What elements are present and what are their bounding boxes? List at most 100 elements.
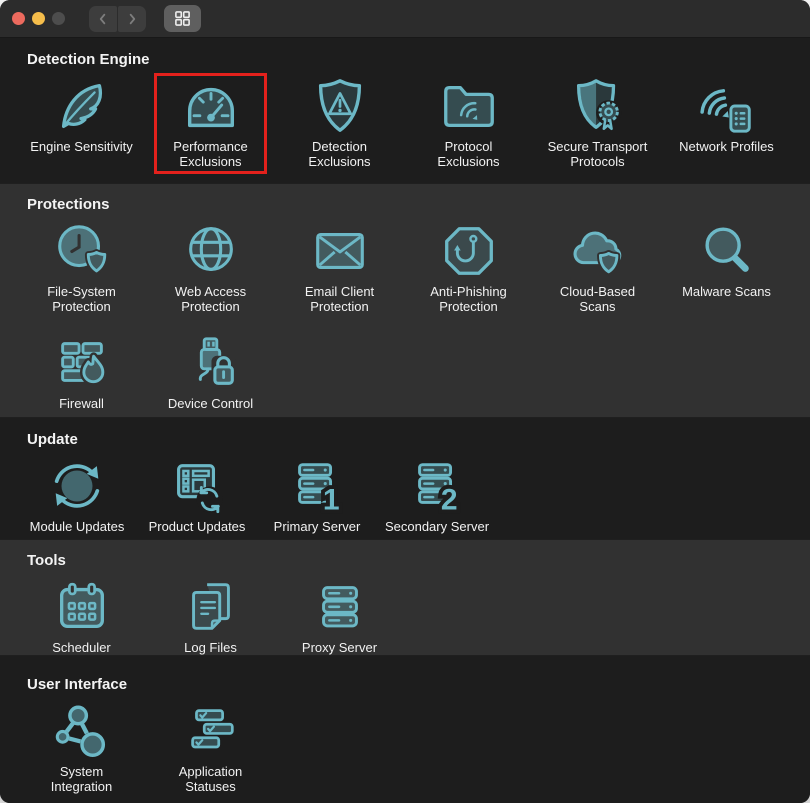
tile-module-updates[interactable]: Module Updates: [17, 455, 137, 534]
close-button[interactable]: [12, 12, 25, 25]
tile-performance-exclusions[interactable]: Performance Exclusions: [146, 73, 275, 174]
section-title: Detection Engine: [27, 51, 150, 68]
tile-cloud-based-scans[interactable]: Cloud-Based Scans: [533, 220, 662, 314]
tile-label: Firewall: [59, 396, 104, 411]
tile-row: Firewall Device Control: [0, 332, 810, 411]
tile-label: Secondary Server: [384, 519, 490, 534]
minimize-button[interactable]: [32, 12, 45, 25]
panel-sync-icon: [166, 455, 228, 517]
tile-engine-sensitivity[interactable]: Engine Sensitivity: [17, 75, 146, 154]
tile-label: Product Updates: [148, 519, 246, 534]
section-detection-engine: Detection Engine Engine Sensitivity Perfor…: [0, 38, 810, 183]
tile-scheduler[interactable]: Scheduler: [17, 576, 146, 655]
traffic-lights: [12, 12, 65, 25]
chevron-right-icon: [129, 13, 136, 24]
envelope-icon: [309, 220, 371, 282]
tile-label: Proxy Server: [301, 640, 378, 655]
nav-buttons: [89, 5, 146, 32]
tile-label: Application Statuses: [178, 764, 243, 794]
section-title: User Interface: [27, 676, 128, 693]
zoom-button-disabled: [52, 12, 65, 25]
tile-label: Web Access Protection: [174, 284, 247, 314]
tile-label: Scheduler: [52, 640, 111, 655]
section-title: Protections: [27, 196, 110, 213]
tile-label: Malware Scans: [682, 284, 771, 299]
tile-detection-exclusions[interactable]: Detection Exclusions: [275, 75, 404, 169]
tile-secondary-server[interactable]: 2 Secondary Server: [377, 455, 497, 534]
tile-protocol-exclusions[interactable]: Protocol Exclusions: [404, 75, 533, 169]
tile-proxy-server[interactable]: Proxy Server: [275, 576, 404, 655]
svg-text:1: 1: [323, 483, 340, 516]
sync-circle-icon: [46, 455, 108, 517]
status-bars-icon: [180, 700, 242, 762]
preferences-window: Detection Engine Engine Sensitivity Perfor…: [0, 0, 810, 803]
wifi-device-icon: [696, 75, 758, 137]
tile-product-updates[interactable]: Product Updates: [137, 455, 257, 534]
tile-label: Device Control: [167, 396, 254, 411]
octagon-hook-icon: [438, 220, 500, 282]
tile-label: Log Files: [184, 640, 237, 655]
tile-label: Email Client Protection: [304, 284, 375, 314]
tile-network-profiles[interactable]: Network Profiles: [662, 75, 791, 154]
gauge-icon: [180, 75, 242, 137]
tile-anti-phishing-protection[interactable]: Anti-Phishing Protection: [404, 220, 533, 314]
tile-system-integration[interactable]: System Integration: [17, 700, 146, 794]
server-one-icon: 1: [286, 455, 348, 517]
tile-label: Protocol Exclusions: [437, 139, 500, 169]
tile-label: System Integration: [50, 764, 113, 794]
tile-label: Cloud-Based Scans: [559, 284, 636, 314]
section-user-interface: User Interface System Integration Applicat…: [0, 656, 810, 803]
bricks-flame-icon: [51, 332, 113, 394]
section-protections: Protections File-System Protection Web Acc…: [0, 183, 810, 418]
tile-row: Engine Sensitivity Performance Exclusions…: [0, 73, 810, 174]
grid-icon: [175, 11, 190, 26]
server-stack-icon: [309, 576, 371, 638]
usb-lock-icon: [180, 332, 242, 394]
tile-label: Performance Exclusions: [173, 139, 248, 169]
tile-web-access-protection[interactable]: Web Access Protection: [146, 220, 275, 314]
tile-secure-transport-protocols[interactable]: Secure Transport Protocols: [533, 75, 662, 169]
tile-primary-server[interactable]: 1 Primary Server: [257, 455, 377, 534]
forward-button[interactable]: [118, 5, 146, 32]
chevron-left-icon: [99, 13, 106, 24]
folder-wifi-icon: [438, 75, 500, 137]
tile-email-client-protection[interactable]: Email Client Protection: [275, 220, 404, 314]
section-tools: Tools Scheduler Log Files Proxy Server: [0, 539, 810, 656]
globe-icon: [180, 220, 242, 282]
clock-shield-icon: [51, 220, 113, 282]
tile-label: Secure Transport Protocols: [547, 139, 648, 169]
magnifier-icon: [696, 220, 758, 282]
tile-label: Anti-Phishing Protection: [430, 284, 507, 314]
tile-label: Primary Server: [273, 519, 361, 534]
section-update: Update Module Updates Product Updates 1 Prim…: [0, 418, 810, 539]
tile-label: Engine Sensitivity: [30, 139, 133, 154]
tile-row: Scheduler Log Files Proxy Server: [0, 576, 810, 655]
cloud-shield-icon: [567, 220, 629, 282]
tile-firewall[interactable]: Firewall: [17, 332, 146, 411]
feather-icon: [51, 75, 113, 137]
tile-file-system-protection[interactable]: File-System Protection: [17, 220, 146, 314]
titlebar: [0, 0, 810, 38]
shield-badge-icon: [567, 75, 629, 137]
svg-text:2: 2: [441, 483, 458, 516]
section-title: Tools: [27, 552, 66, 569]
tile-log-files[interactable]: Log Files: [146, 576, 275, 655]
tile-application-statuses[interactable]: Application Statuses: [146, 700, 275, 794]
network-nodes-icon: [51, 700, 113, 762]
back-button[interactable]: [89, 5, 117, 32]
tile-row: File-System Protection Web Access Protect…: [0, 220, 810, 314]
tile-row: Module Updates Product Updates 1 Primary Se…: [0, 455, 810, 534]
tile-label: Detection Exclusions: [308, 139, 371, 169]
shield-alert-icon: [309, 75, 371, 137]
preferences-grid: Detection Engine Engine Sensitivity Perfor…: [0, 38, 810, 803]
show-all-preferences-button[interactable]: [164, 5, 201, 32]
tile-malware-scans[interactable]: Malware Scans: [662, 220, 791, 299]
section-title: Update: [27, 431, 78, 448]
server-two-icon: 2: [406, 455, 468, 517]
tile-row: System Integration Application Statuses: [0, 700, 810, 794]
tile-label: Module Updates: [29, 519, 125, 534]
documents-icon: [180, 576, 242, 638]
tile-label: Network Profiles: [679, 139, 774, 154]
calendar-icon: [51, 576, 113, 638]
tile-device-control[interactable]: Device Control: [146, 332, 275, 411]
